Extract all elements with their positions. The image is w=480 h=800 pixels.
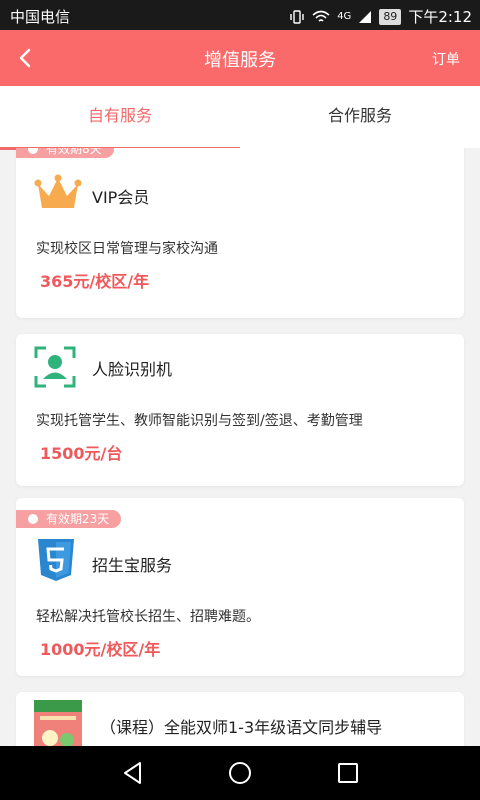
service-name: VIP会员 [92, 188, 150, 207]
course-book-icon [34, 700, 82, 746]
system-nav-bar [0, 746, 480, 800]
crown-icon [34, 174, 82, 208]
service-card-course[interactable]: （课程）全能双师1-3年级语文同步辅导 [16, 692, 464, 746]
service-price: 365元/校区/年 [40, 272, 150, 291]
service-description: 实现托管学生、教师智能识别与签到/签退、考勤管理 [36, 413, 363, 429]
service-card-vip[interactable]: 有效期8天 VIP会员 实现校区日常管理与家校沟通 365元/校区/年 [16, 148, 464, 318]
status-bar: 中国电信 4G 89 下午2:12 [0, 0, 480, 30]
back-triangle-icon[interactable] [120, 760, 146, 786]
service-price: 1000元/校区/年 [40, 640, 161, 659]
status-icons: 4G 89 下午2:12 [289, 6, 472, 27]
tab-own-services[interactable]: 自有服务 [0, 86, 240, 150]
network-type: 4G [337, 11, 352, 22]
service-price: 1500元/台 [40, 444, 123, 463]
wifi-icon [312, 10, 330, 22]
html5-icon [38, 539, 74, 581]
app-bar: 增值服务 订单 [0, 30, 480, 86]
service-description: 实现校区日常管理与家校沟通 [36, 241, 218, 257]
tab-partner-services[interactable]: 合作服务 [240, 86, 480, 148]
tab-bar: 自有服务 合作服务 [0, 86, 480, 150]
orders-button[interactable]: 订单 [432, 49, 460, 69]
recents-square-icon[interactable] [335, 760, 361, 786]
service-card-face-recognition[interactable]: 人脸识别机 实现托管学生、教师智能识别与签到/签退、考勤管理 1500元/台 [16, 334, 464, 486]
service-list[interactable]: 有效期8天 VIP会员 实现校区日常管理与家校沟通 365元/校区/年 人脸识别… [0, 148, 480, 746]
signal-icon [359, 10, 372, 23]
vibrate-icon [290, 9, 304, 24]
battery-level: 89 [379, 8, 402, 25]
validity-badge: 有效期8天 [16, 148, 114, 158]
service-name: 招生宝服务 [92, 556, 173, 575]
validity-badge: 有效期23天 [16, 510, 122, 528]
clock: 下午2:12 [408, 8, 472, 26]
home-circle-icon[interactable] [227, 760, 253, 786]
service-description: 轻松解决托管校长招生、招聘难题。 [36, 609, 260, 625]
carrier-label: 中国电信 [10, 8, 71, 26]
service-name: （课程）全能双师1-3年级语文同步辅导 [100, 718, 383, 737]
service-name: 人脸识别机 [92, 360, 173, 379]
page-title: 增值服务 [204, 50, 276, 71]
face-recognition-icon [34, 346, 76, 388]
service-card-enrollment[interactable]: 有效期23天 招生宝服务 轻松解决托管校长招生、招聘难题。 1000元/校区/年 [16, 498, 464, 676]
